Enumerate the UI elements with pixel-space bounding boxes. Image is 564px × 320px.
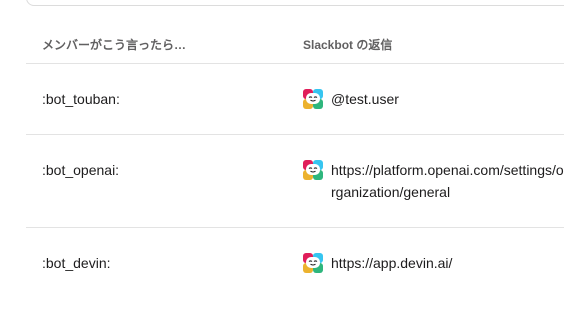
response-text: @test.user [331, 91, 399, 107]
slackbot-responses-page: メンバーがこう言ったら… Slackbot の返信 :bot_touban: @… [0, 0, 564, 320]
trigger-text: :bot_devin: [42, 255, 111, 271]
table-row[interactable]: :bot_openai: https://platform.openai.com… [26, 135, 564, 228]
table-row[interactable]: :bot_devin: https://app.devin.ai/ [26, 228, 564, 300]
trigger-text: :bot_touban: [42, 91, 120, 107]
trigger-text: :bot_openai: [42, 162, 120, 178]
table-row[interactable]: :bot_touban: @test.user [26, 64, 564, 135]
table-header: メンバーがこう言ったら… Slackbot の返信 [26, 28, 564, 64]
response-link[interactable]: https://app.devin.ai/ [331, 252, 564, 274]
response-link[interactable]: https://platform.openai.com/settings/org… [331, 159, 564, 203]
response-cell: https://app.devin.ai/ [303, 253, 564, 274]
response-cell: @test.user [303, 89, 564, 110]
slackbot-icon [303, 160, 323, 180]
slackbot-icon [303, 89, 323, 109]
header-trigger: メンバーがこう言ったら… [42, 38, 187, 52]
header-response: Slackbot の返信 [303, 38, 393, 52]
custom-responses-table: メンバーがこう言ったら… Slackbot の返信 :bot_touban: @… [26, 28, 564, 300]
response-cell: https://platform.openai.com/settings/org… [303, 160, 564, 203]
slackbot-icon [303, 253, 323, 273]
search-box-edge [26, 0, 564, 6]
